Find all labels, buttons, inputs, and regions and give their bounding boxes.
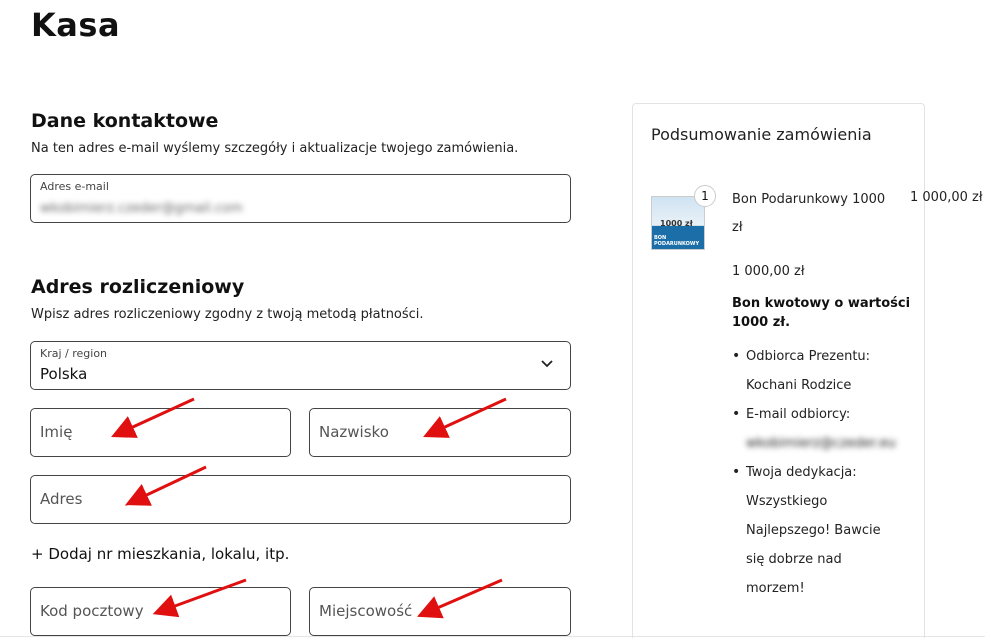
country-select[interactable]: Kraj / region Polska: [30, 341, 571, 390]
postcode-field[interactable]: Kod pocztowy: [30, 587, 291, 636]
product-thumbnail-amount: 1000 zł: [660, 219, 693, 228]
contact-section-description: Na ten adres e-mail wyślemy szczegóły i …: [31, 141, 519, 156]
page-title: Kasa: [31, 6, 121, 44]
meta-dedication: Twoja dedykacja: Wszystkiego Najlepszego…: [732, 458, 902, 603]
product-total-price: 1 000,00 zł: [910, 190, 983, 205]
address-placeholder: Adres: [40, 490, 83, 508]
product-unit-price: 1 000,00 zł: [732, 264, 805, 279]
last-name-placeholder: Nazwisko: [319, 423, 389, 441]
country-select-label: Kraj / region: [40, 347, 108, 360]
first-name-field[interactable]: Imię: [30, 408, 291, 457]
product-thumbnail-caption: BON PODARUNKOWY: [654, 235, 700, 247]
postcode-placeholder: Kod pocztowy: [40, 602, 144, 620]
city-field[interactable]: Miejscowość: [309, 587, 571, 636]
order-summary-title: Podsumowanie zamówienia: [651, 125, 872, 144]
meta-recipient-email-label: E-mail odbiorcy:: [732, 400, 902, 429]
email-field-label: Adres e-mail: [40, 180, 109, 193]
address-field[interactable]: Adres: [30, 475, 571, 524]
country-select-value: Polska: [40, 365, 88, 383]
quantity-badge: 1: [694, 185, 716, 207]
bottom-divider: [0, 636, 985, 637]
billing-section-title: Adres rozliczeniowy: [31, 276, 245, 298]
meta-recipient-email: wkobimierz@czeder.eu: [746, 436, 896, 451]
email-field[interactable]: Adres e-mail wkobimierz.czeder@gmail.com: [30, 174, 571, 223]
chevron-down-icon: [541, 360, 553, 368]
first-name-placeholder: Imię: [40, 423, 73, 441]
contact-section-title: Dane kontaktowe: [31, 110, 219, 132]
product-meta-list: Odbiorca Prezentu: Kochani Rodzice E-mai…: [732, 342, 902, 603]
last-name-field[interactable]: Nazwisko: [309, 408, 571, 457]
add-apartment-link[interactable]: + Dodaj nr mieszkania, lokalu, itp.: [31, 545, 289, 563]
city-placeholder: Miejscowość: [319, 602, 413, 620]
billing-section-description: Wpisz adres rozliczeniowy zgodny z twoją…: [31, 307, 424, 322]
product-name: Bon Podarunkowy 1000 zł: [732, 192, 886, 235]
meta-recipient: Odbiorca Prezentu: Kochani Rodzice: [732, 342, 902, 400]
email-field-value: wkobimierz.czeder@gmail.com: [40, 201, 243, 216]
product-description: Bon kwotowy o wartości 1000 zł.: [732, 296, 911, 330]
